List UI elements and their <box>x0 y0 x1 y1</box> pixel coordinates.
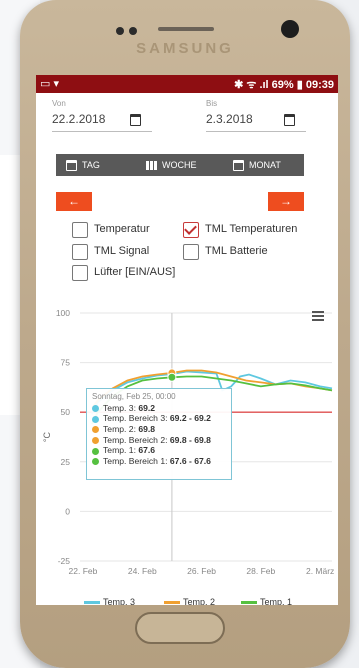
series-dot <box>92 447 99 455</box>
chart-menu-icon[interactable] <box>312 311 324 321</box>
sensor-dots <box>116 22 142 40</box>
x-tick-label: 2. März <box>306 566 334 576</box>
from-date-value[interactable]: 22.2.2018 <box>52 112 105 126</box>
x-tick-label: 22. Feb <box>69 566 98 576</box>
checkbox[interactable] <box>183 244 199 260</box>
month-button[interactable]: MONAT <box>233 154 281 176</box>
week-bars-icon <box>146 161 157 171</box>
legend-swatch <box>241 601 257 605</box>
notification-icons: ▭ ▾ <box>40 78 59 90</box>
speaker-grill <box>158 27 214 31</box>
front-camera <box>281 20 299 38</box>
tooltip-row: Temp. Bereich 3: 69.2 - 69.2 <box>92 413 226 424</box>
previous-period-button[interactable]: ← <box>56 192 92 211</box>
app-screen: ▭ ▾ ✱ ᯤ .ıl 69% ▮ 09:39 Von 22.2.2018 Bi… <box>36 75 338 605</box>
y-tick-label: -25 <box>58 556 71 566</box>
x-tick-label: 28. Feb <box>246 566 275 576</box>
next-period-button[interactable]: → <box>268 192 304 211</box>
tooltip-row: Temp. 3: 69.2 <box>92 403 226 414</box>
day-button[interactable]: TAG <box>66 154 100 176</box>
tooltip-row: Temp. 2: 69.8 <box>92 424 226 435</box>
to-date-underline <box>206 131 306 132</box>
tooltip-row: Temp. 1: 67.6 <box>92 445 226 456</box>
from-date-underline <box>52 131 152 132</box>
y-axis-label: °C <box>42 431 52 442</box>
chart-tooltip: Sonntag, Feb 25, 00:00 Temp. 3: 69.2 Tem… <box>86 388 232 480</box>
calendar-icon[interactable] <box>130 114 141 126</box>
calendar-icon <box>233 160 244 172</box>
tooltip-header: Sonntag, Feb 25, 00:00 <box>92 392 176 401</box>
tooltip-row: Temp. Bereich 1: 67.6 - 67.6 <box>92 456 226 467</box>
legend-swatch <box>164 601 180 605</box>
checkbox[interactable] <box>183 222 199 238</box>
brand-logo: SAMSUNG <box>136 40 234 57</box>
series-dot <box>92 415 99 423</box>
chart-legend: Temp. 3 Temp. 2 Temp. 1 <box>36 595 338 605</box>
legend-swatch <box>84 601 100 605</box>
y-tick-label: 100 <box>56 308 70 318</box>
period-selector: TAG WOCHE MONAT <box>56 154 304 176</box>
y-tick-label: 0 <box>65 506 70 516</box>
calendar-icon[interactable] <box>284 114 295 126</box>
series-dot <box>92 404 99 412</box>
calendar-icon <box>66 160 77 172</box>
legend-item[interactable]: Temp. 1 <box>241 597 292 605</box>
to-label: Bis <box>206 99 218 108</box>
to-date-value[interactable]: 2.3.2018 <box>206 112 253 126</box>
home-button[interactable] <box>135 612 225 644</box>
y-tick-label: 50 <box>61 407 71 417</box>
series-dot <box>92 436 99 444</box>
legend-item[interactable]: Temp. 3 <box>84 597 135 605</box>
x-tick-label: 24. Feb <box>128 566 157 576</box>
status-right: ✱ ᯤ .ıl 69% ▮ 09:39 <box>234 79 334 91</box>
series-dot <box>92 426 99 434</box>
x-tick-label: 26. Feb <box>187 566 216 576</box>
y-tick-label: 25 <box>61 457 71 467</box>
week-button[interactable]: WOCHE <box>146 154 197 176</box>
check-icon <box>184 222 197 235</box>
series-marker <box>167 372 177 382</box>
checkbox[interactable] <box>72 265 88 281</box>
series-dot <box>92 458 99 466</box>
checkbox[interactable] <box>72 244 88 260</box>
from-label: Von <box>52 99 66 108</box>
status-bar: ▭ ▾ ✱ ᯤ .ıl 69% ▮ 09:39 <box>36 75 338 93</box>
tooltip-row: Temp. Bereich 2: 69.8 - 69.8 <box>92 435 226 446</box>
checkbox[interactable] <box>72 222 88 238</box>
legend-item[interactable]: Temp. 2 <box>164 597 215 605</box>
y-tick-label: 75 <box>61 358 71 368</box>
